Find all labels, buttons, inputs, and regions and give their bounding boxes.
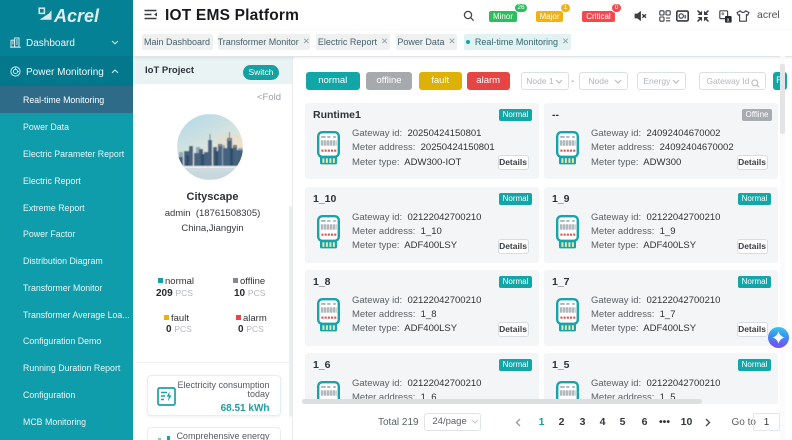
svg-text:Acrel: Acrel <box>53 6 100 26</box>
svg-text:a: a <box>727 18 730 23</box>
